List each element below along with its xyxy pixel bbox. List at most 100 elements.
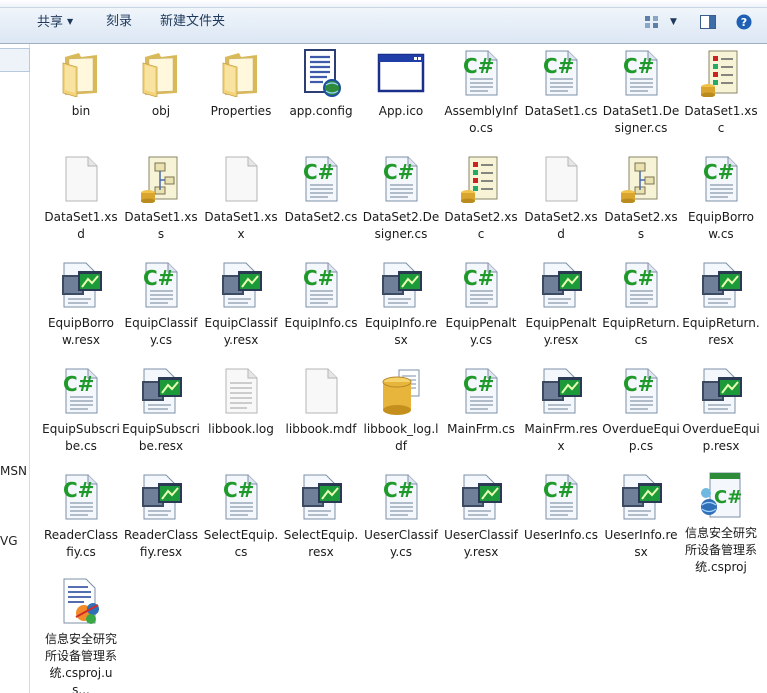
navigation-pane: MSN VG [0,44,30,693]
view-options-button[interactable]: ▼ [644,12,677,32]
file-item-equipclassify-cs[interactable]: C# EquipClassify.cs [121,259,201,361]
file-item-csproj[interactable]: C# 信息安全研究所设备管理系统.csproj [681,471,761,574]
file-item-selectequip-resx[interactable]: SelectEquip.resx [281,471,361,573]
resx-file-icon [535,365,587,417]
file-name: DataSet1.cs [524,104,598,118]
resx-file-icon [215,259,267,311]
csharp-file-icon: C# [375,471,427,523]
file-item-dataset1-xss[interactable]: DataSet1.xss [121,153,201,255]
csharp-file-icon: C# [135,259,187,311]
file-name: DataSet1.xss [124,210,198,241]
resx-file-icon [375,259,427,311]
file-item-ueserinfo-resx[interactable]: UeserInfo.resx [601,471,681,573]
file-item-assemblyinfo-cs[interactable]: C# AssemblyInfo.cs [441,47,521,149]
file-item-mainfrm-cs[interactable]: C# MainFrm.cs [441,365,521,467]
file-name: 信息安全研究所设备管理系统.csproj [684,526,757,574]
file-item-obj[interactable]: obj [121,47,201,149]
file-item-ueserclassify-cs[interactable]: C# UeserClassify.cs [361,471,441,573]
file-name: DataSet2.Designer.cs [362,210,440,241]
svg-text:C#: C# [383,478,414,502]
file-item-ueserclassify-resx[interactable]: UeserClassify.resx [441,471,521,573]
file-item-dataset1-cs[interactable]: C# DataSet1.cs [521,47,601,149]
file-item-equipreturn-cs[interactable]: C# EquipReturn.cs [601,259,681,361]
preview-pane-icon [700,15,716,29]
file-name: EquipInfo.resx [364,316,438,347]
file-item-dataset2-xss[interactable]: DataSet2.xss [601,153,681,255]
file-item-dataset2-xsd[interactable]: DataSet2.xsd [521,153,601,255]
view-icon [645,16,658,28]
file-item-libbook-mdf[interactable]: libbook.mdf [281,365,361,467]
svg-text:C#: C# [463,372,494,396]
file-item-equippenalty-resx[interactable]: EquipPenalty.resx [521,259,601,361]
blank-file-icon [55,153,107,205]
file-name: libbook.log [208,422,274,436]
file-item-equipinfo-resx[interactable]: EquipInfo.resx [361,259,441,361]
file-name: DataSet1.xsx [204,210,278,241]
svg-text:C#: C# [623,372,654,396]
file-item-equipsubscribe-resx[interactable]: EquipSubscribe.resx [121,365,201,467]
svg-text:C#: C# [383,160,414,184]
csharp-file-icon: C# [535,47,587,99]
file-name: ReaderClassfiy.resx [123,528,199,559]
file-item-dataset2-designer-cs[interactable]: C# DataSet2.Designer.cs [361,153,441,255]
file-item-equippenalty-cs[interactable]: C# EquipPenalty.cs [441,259,521,361]
file-item-equipreturn-resx[interactable]: EquipReturn.resx [681,259,761,361]
file-item-dataset2-cs[interactable]: C# DataSet2.cs [281,153,361,255]
file-item-overdueequip-resx[interactable]: OverdueEquip.resx [681,365,761,467]
file-item-dataset1-xsx[interactable]: DataSet1.xsx [201,153,281,255]
file-item-dataset2-xsc[interactable]: DataSet2.xsc [441,153,521,255]
file-item-libbook-log[interactable]: libbook.log [201,365,281,467]
share-dropdown-icon: ▼ [67,17,74,26]
file-item-equipborrow-cs[interactable]: C# EquipBorrow.cs [681,153,761,255]
file-item-bin[interactable]: bin [41,47,121,149]
dataset-file-icon [615,153,667,205]
file-item-selectequip-cs[interactable]: C# SelectEquip.cs [201,471,281,573]
file-name: DataSet1.xsc [684,104,758,135]
file-item-libbook-log-ldf[interactable]: libbook_log.ldf [361,365,441,467]
csharp-file-icon: C# [55,471,107,523]
svg-text:C#: C# [63,478,94,502]
file-item-csproj-us[interactable]: 信息安全研究所设备管理系统.csproj.us... [41,577,121,693]
csharp-file-icon: C# [215,471,267,523]
new-folder-button[interactable]: 新建文件夹 [156,12,229,32]
csproj-user-file-icon [55,577,107,627]
file-item-equipborrow-resx[interactable]: EquipBorrow.resx [41,259,121,361]
file-name: DataSet1.Designer.cs [602,104,680,135]
nav-selected-item[interactable] [0,48,30,72]
config-file-icon [295,47,347,99]
nav-item-msn[interactable]: MSN [0,464,27,478]
file-item-app-config[interactable]: app.config [281,47,361,149]
svg-text:C#: C# [63,372,94,396]
file-item-dataset1-xsd[interactable]: DataSet1.xsd [41,153,121,255]
file-name: EquipSubscribe.resx [122,422,200,453]
file-item-equipclassify-resx[interactable]: EquipClassify.resx [201,259,281,361]
file-name: SelectEquip.cs [203,528,279,559]
burn-button[interactable]: 刻录 [102,12,136,32]
csharp-file-icon: C# [615,259,667,311]
preview-pane-button[interactable] [700,12,716,32]
resx-file-icon [615,471,667,523]
file-item-mainfrm-resx[interactable]: MainFrm.resx [521,365,601,467]
title-strip [0,0,767,8]
file-item-properties[interactable]: Properties [201,47,281,149]
file-item-equipsubscribe-cs[interactable]: C# EquipSubscribe.cs [41,365,121,467]
file-item-readerclassfiy-cs[interactable]: C# ReaderClassfiy.cs [41,471,121,573]
file-item-overdueequip-cs[interactable]: C# OverdueEquip.cs [601,365,681,467]
svg-text:C#: C# [143,266,174,290]
dataset-file-icon [135,153,187,205]
file-item-app-ico[interactable]: App.ico [361,47,441,149]
help-button[interactable]: ? [736,12,752,32]
svg-text:C#: C# [714,487,742,508]
file-item-equipinfo-cs[interactable]: C# EquipInfo.cs [281,259,361,361]
csharp-file-icon: C# [455,259,507,311]
file-item-dataset1-xsc[interactable]: DataSet1.xsc [681,47,761,149]
resx-file-icon [535,259,587,311]
nav-item-vg[interactable]: VG [0,534,18,548]
file-item-ueserinfo-cs[interactable]: C# UeserInfo.cs [521,471,601,573]
csharp-file-icon: C# [535,471,587,523]
svg-text:C#: C# [303,266,334,290]
file-item-dataset1-designer-cs[interactable]: C# DataSet1.Designer.cs [601,47,681,149]
file-name: AssemblyInfo.cs [444,104,518,135]
file-item-readerclassfiy-resx[interactable]: ReaderClassfiy.resx [121,471,201,573]
share-button[interactable]: 共享 ▼ [33,12,77,32]
